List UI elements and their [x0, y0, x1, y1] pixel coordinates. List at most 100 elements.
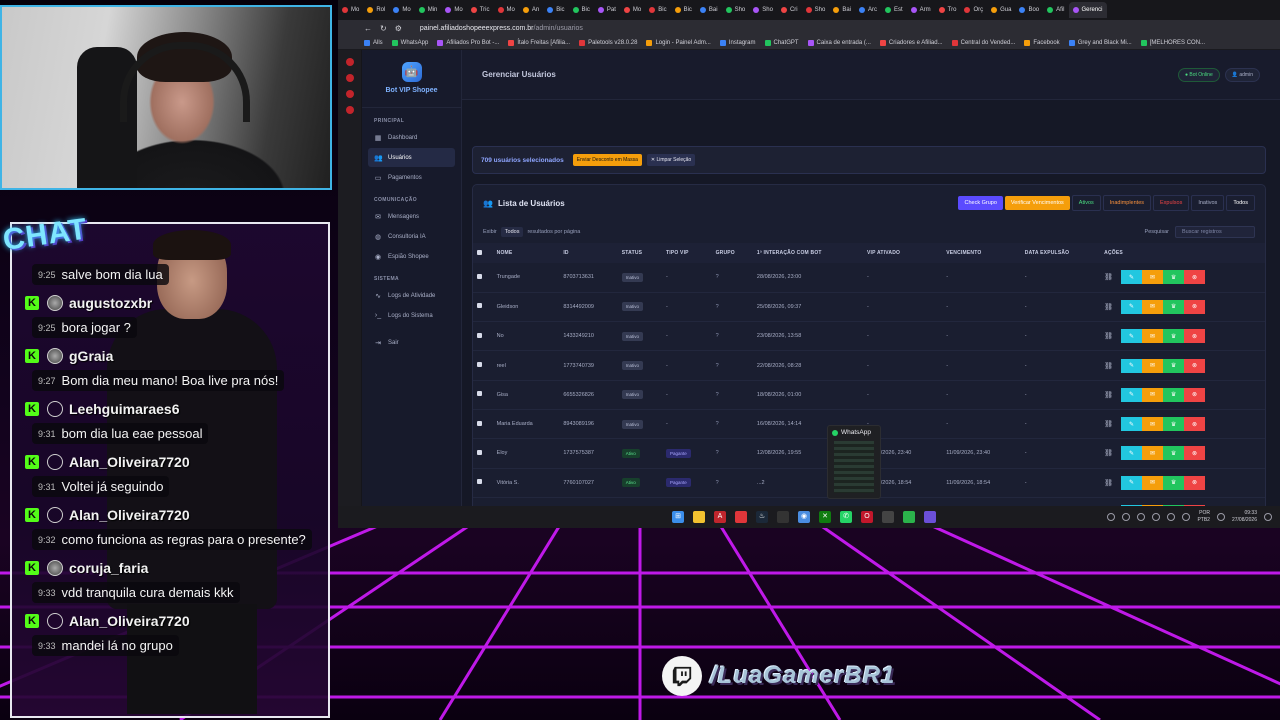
crown-icon[interactable]: ♛: [1163, 446, 1185, 461]
link-icon[interactable]: ⛓: [1104, 479, 1113, 487]
crown-icon[interactable]: ♛: [1163, 270, 1185, 285]
edit-icon[interactable]: ✎: [1121, 270, 1143, 285]
browser-tab[interactable]: Bic: [569, 2, 594, 18]
browser-tab[interactable]: Arc: [855, 2, 881, 18]
start-icon[interactable]: ⊞: [672, 511, 684, 523]
bookmark-item[interactable]: Grey and Black Mi...: [1068, 39, 1132, 46]
browser-tab[interactable]: Tro: [935, 2, 961, 18]
browser-tab[interactable]: Rol: [363, 2, 389, 18]
bookmark-item[interactable]: Alls: [364, 39, 383, 46]
bookmark-item[interactable]: Caixa de entrada (...: [807, 39, 871, 46]
bookmark-item[interactable]: Afiliados Pro Bot -...: [437, 39, 499, 46]
edit-icon[interactable]: ✎: [1121, 387, 1143, 402]
row-checkbox[interactable]: [477, 273, 482, 279]
tray-icon[interactable]: [1107, 513, 1116, 521]
bulk-discount-button[interactable]: Enviar Desconto em Massa: [572, 154, 642, 166]
row-checkbox[interactable]: [477, 420, 482, 426]
crown-icon[interactable]: ♛: [1163, 299, 1185, 314]
browser-tab[interactable]: Arm: [907, 2, 935, 18]
row-checkbox[interactable]: [477, 391, 482, 397]
filter-inativos-button[interactable]: Inativos: [1191, 195, 1225, 211]
browser-tab[interactable]: Bai: [829, 2, 855, 18]
browser-tab[interactable]: Mo: [389, 2, 414, 18]
sidebar-item-logs-do-sistema[interactable]: ›_ Logs do Sistema: [368, 306, 455, 325]
edit-icon[interactable]: ✎: [1121, 358, 1143, 373]
bookmark-item[interactable]: Criadores e Afiliad...: [879, 39, 943, 46]
ban-icon[interactable]: ⊗: [1184, 446, 1206, 461]
filter-expulsos-button[interactable]: Expulsos: [1153, 195, 1190, 211]
edit-icon[interactable]: ✎: [1121, 299, 1143, 314]
browser-tab[interactable]: Mo: [338, 2, 363, 18]
browser-tab[interactable]: Pat: [594, 2, 620, 18]
whatsapp-preview[interactable]: WhatsApp: [827, 425, 881, 499]
crown-icon[interactable]: ♛: [1163, 417, 1185, 432]
select-all-checkbox[interactable]: [477, 249, 482, 255]
browser-tab[interactable]: Boo: [1015, 2, 1043, 18]
address-bar[interactable]: ← ↻ ⚙ painel.afiliadoshopeeexpress.com.b…: [338, 20, 1280, 36]
sidebar-item-logs-de-atividade[interactable]: ∿ Logs de Atividade: [368, 286, 455, 305]
ban-icon[interactable]: ⊗: [1184, 299, 1206, 314]
folder-icon[interactable]: [693, 511, 705, 523]
browser-tab[interactable]: Mo: [494, 2, 519, 18]
bookmark-item[interactable]: ChatGPT: [764, 39, 799, 46]
bookmark-item[interactable]: Ítalo Freitas [Afilia...: [508, 39, 570, 46]
link-icon[interactable]: ⛓: [1104, 449, 1113, 457]
ban-icon[interactable]: ⊗: [1184, 475, 1206, 490]
link-icon[interactable]: ⛓: [1104, 332, 1113, 340]
ban-icon[interactable]: ⊗: [1184, 387, 1206, 402]
wifi-icon[interactable]: [1216, 513, 1225, 521]
reload-icon[interactable]: ↻: [380, 24, 387, 33]
whatsapp-taskbar-icon[interactable]: ✆: [840, 511, 852, 523]
browser-tab[interactable]: Est: [881, 2, 907, 18]
url-text[interactable]: painel.afiliadoshopeeexpress.com.br/admi…: [420, 25, 583, 32]
edit-icon[interactable]: ✎: [1121, 446, 1143, 461]
acrobat-icon[interactable]: A: [714, 511, 726, 523]
message-icon[interactable]: ✉: [1142, 446, 1164, 461]
browser-tab[interactable]: Afil: [1043, 2, 1068, 18]
browser-tab[interactable]: Bic: [543, 2, 568, 18]
xbox-icon[interactable]: ✕: [819, 511, 831, 523]
filter-todos-button[interactable]: Todos: [1226, 195, 1255, 211]
ban-icon[interactable]: ⊗: [1184, 329, 1206, 344]
app2-icon[interactable]: [882, 511, 894, 523]
filter-inadimplentes-button[interactable]: Inadimplentes: [1102, 195, 1152, 211]
bookmark-item[interactable]: WhatsApp: [391, 39, 428, 46]
message-icon[interactable]: ✉: [1142, 417, 1164, 432]
link-icon[interactable]: ⛓: [1104, 391, 1113, 399]
browser-tab[interactable]: An: [519, 2, 543, 18]
ban-icon[interactable]: ⊗: [1184, 417, 1206, 432]
tray-icon[interactable]: [1167, 513, 1176, 521]
browser-tab[interactable]: Gua: [987, 2, 1015, 18]
chrome-icon[interactable]: ◉: [798, 511, 810, 523]
row-checkbox[interactable]: [477, 362, 482, 368]
edit-icon[interactable]: ✎: [1121, 475, 1143, 490]
row-checkbox[interactable]: [477, 479, 482, 485]
browser-tab[interactable]: Min: [415, 2, 442, 18]
site-info-icon[interactable]: ⚙: [395, 24, 402, 33]
browser-tab[interactable]: Gerenci: [1068, 2, 1107, 18]
message-icon[interactable]: ✉: [1142, 270, 1164, 285]
opera-icon[interactable]: O: [861, 511, 873, 523]
sidebar-item-usu-rios[interactable]: 👥 Usuários: [368, 148, 455, 167]
link-icon[interactable]: ⛓: [1104, 273, 1113, 281]
browser-tab[interactable]: Bic: [645, 2, 670, 18]
tray-icon[interactable]: [1122, 513, 1131, 521]
bookmark-item[interactable]: Central do Vended...: [951, 39, 1015, 46]
sidebar-item-pagamentos[interactable]: ▭ Pagamentos: [368, 168, 455, 187]
clear-selection-button[interactable]: ✕ Limpar Seleção: [646, 154, 696, 166]
row-checkbox[interactable]: [477, 303, 482, 309]
notification-icon[interactable]: [1264, 513, 1272, 521]
sidebar-item-consultoria-ia[interactable]: ◍ Consultoria IA: [368, 227, 455, 246]
browser-tab[interactable]: Sho: [802, 2, 830, 18]
crown-icon[interactable]: ♛: [1163, 329, 1185, 344]
browser-tab[interactable]: Bic: [671, 2, 696, 18]
ban-icon[interactable]: ⊗: [1184, 270, 1206, 285]
browser-tab[interactable]: Orç: [960, 2, 987, 18]
message-icon[interactable]: ✉: [1142, 358, 1164, 373]
app4-icon[interactable]: [924, 511, 936, 523]
edit-icon[interactable]: ✎: [1121, 417, 1143, 432]
user-menu[interactable]: 👤 admin: [1224, 67, 1260, 82]
back-icon[interactable]: ←: [364, 24, 372, 33]
bookmark-item[interactable]: Paletools v28.0.28: [579, 39, 637, 46]
browser-tab[interactable]: Cri: [777, 2, 802, 18]
